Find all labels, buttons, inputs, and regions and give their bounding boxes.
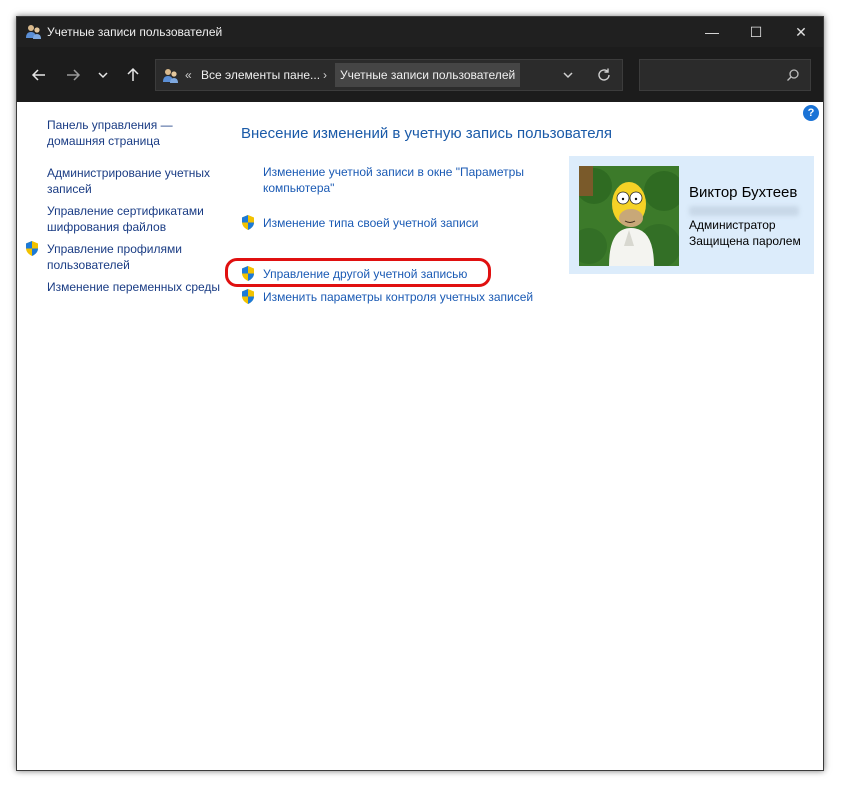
page-title: Внесение изменений в учетную запись поль… [241, 125, 612, 142]
maximize-button[interactable]: ☐ [733, 17, 779, 47]
users-app-icon [26, 25, 41, 39]
uac-shield-icon [26, 241, 38, 256]
user-account-panel: Виктор Бухтеев Администратор Защищена па… [569, 156, 814, 274]
user-role: Администратор [689, 218, 776, 232]
task-uac-settings[interactable]: Изменить параметры контроля учетных запи… [263, 289, 533, 305]
title-bar[interactable]: Учетные записи пользователей — ☐ ✕ [17, 17, 823, 47]
up-button[interactable] [121, 63, 145, 87]
task-change-account-type[interactable]: Изменение типа своей учетной записи [263, 215, 478, 231]
control-panel-window: Учетные записи пользователей — ☐ ✕ « Все… [16, 16, 824, 771]
close-icon: ✕ [795, 23, 807, 40]
uac-shield-icon [242, 289, 254, 304]
search-icon [787, 69, 799, 81]
sidebar-item-user-profiles[interactable]: Управление профилями пользователей [47, 241, 222, 273]
refresh-icon[interactable] [596, 67, 612, 83]
task-change-in-pc-settings[interactable]: Изменение учетной записи в окне "Парамет… [263, 164, 543, 196]
avatar-image [579, 166, 679, 266]
sidebar-item-file-encryption-certs[interactable]: Управление сертификатами шифрования файл… [47, 203, 222, 235]
users-folder-icon [163, 69, 178, 83]
chevron-down-icon [98, 72, 108, 79]
user-name: Виктор Бухтеев [689, 184, 798, 201]
user-email-blurred [689, 206, 799, 216]
minimize-button[interactable]: — [689, 17, 735, 47]
overflow-crumb[interactable]: « [185, 68, 192, 82]
highlight-annotation [225, 258, 491, 287]
forward-button[interactable] [61, 63, 85, 87]
search-input[interactable] [639, 59, 811, 91]
arrow-up-icon [127, 67, 139, 81]
uac-shield-icon [242, 215, 254, 230]
maximize-icon: ☐ [749, 23, 763, 40]
navigation-bar: « Все элементы пане... › Учетные записи … [17, 47, 823, 102]
sidebar-item-administer-accounts[interactable]: Администрирование учетных записей [47, 165, 222, 197]
breadcrumb-user-accounts[interactable]: Учетные записи пользователей [335, 63, 521, 87]
help-button[interactable]: ? [803, 105, 819, 121]
sidebar-item-home[interactable]: Панель управления — домашняя страница [47, 117, 222, 149]
address-dropdown-icon[interactable] [561, 68, 575, 82]
recent-locations-button[interactable] [91, 63, 115, 87]
avatar [579, 166, 679, 266]
minimize-icon: — [705, 24, 719, 40]
window-title: Учетные записи пользователей [47, 25, 223, 39]
arrow-right-icon [67, 69, 81, 81]
back-button[interactable] [27, 63, 51, 87]
address-bar[interactable]: « Все элементы пане... › Учетные записи … [155, 59, 623, 91]
breadcrumb-separator[interactable]: › [323, 68, 327, 82]
arrow-left-icon [31, 69, 45, 81]
close-button[interactable]: ✕ [778, 17, 824, 47]
sidebar-item-environment-variables[interactable]: Изменение переменных среды [47, 279, 222, 295]
breadcrumb-all-items[interactable]: Все элементы пане... [201, 68, 320, 82]
user-password-status: Защищена паролем [689, 234, 801, 248]
